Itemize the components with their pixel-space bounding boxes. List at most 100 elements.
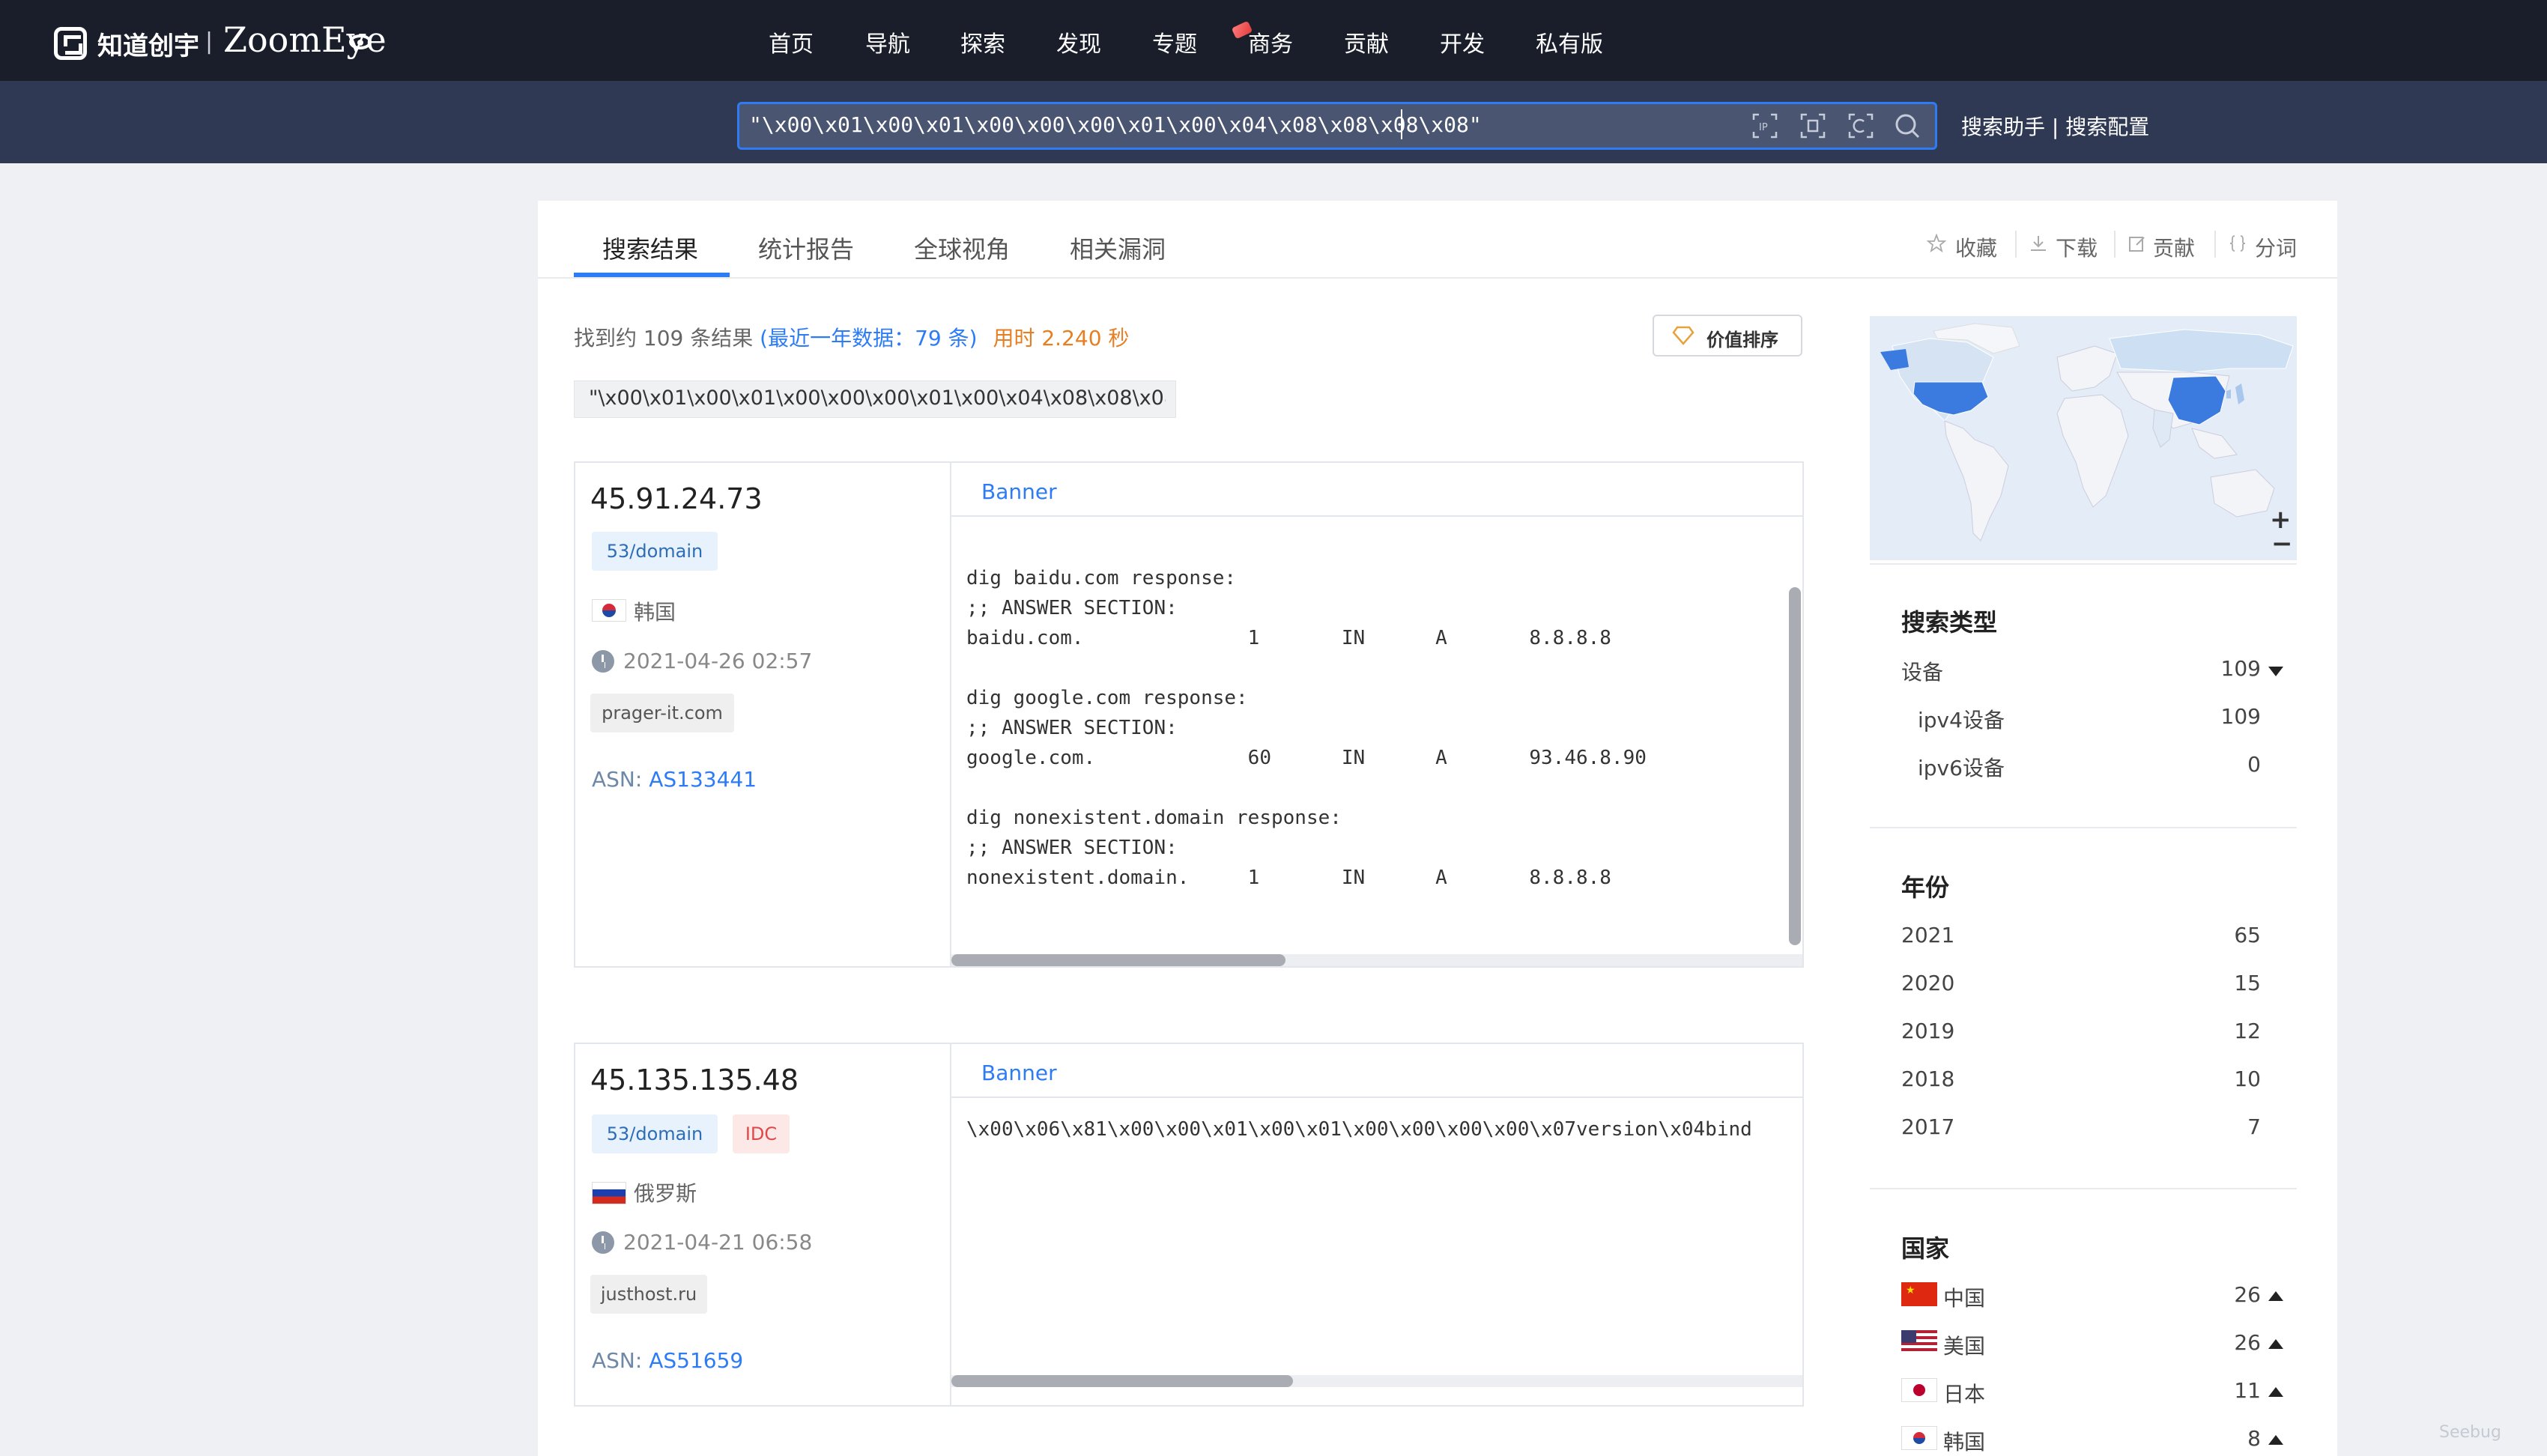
- zoomeye-logo-icon[interactable]: [54, 27, 87, 60]
- text-caret: [1401, 109, 1402, 139]
- nav-contribute[interactable]: 贡献: [1344, 25, 1389, 58]
- hostname-chip[interactable]: justhost.ru: [590, 1275, 707, 1314]
- query-chip-text: "\x00\x01\x00\x01\x00\x00\x00\x01\x00\x0…: [589, 386, 1166, 410]
- facet-count: 8: [2247, 1426, 2261, 1451]
- braces-icon[interactable]: [2228, 234, 2247, 253]
- nav-navigation[interactable]: 导航: [865, 25, 910, 58]
- facet-item-country[interactable]: 韩国: [1943, 1426, 1985, 1456]
- nav-business[interactable]: 商务: [1248, 25, 1293, 58]
- facet-count: 109: [2220, 704, 2261, 729]
- nav-topics[interactable]: 专题: [1152, 25, 1197, 58]
- diamond-icon: [1672, 326, 1695, 345]
- port-tag[interactable]: 53/domain: [592, 1114, 718, 1153]
- tab-search-results[interactable]: 搜索结果: [602, 231, 698, 265]
- tool-separator: [2114, 231, 2116, 258]
- recent-year-count[interactable]: (最近一年数据：79 条): [760, 326, 977, 351]
- result-ip[interactable]: 45.91.24.73: [590, 482, 763, 515]
- asn-link[interactable]: AS133441: [649, 767, 757, 792]
- search-input-value[interactable]: "\x00\x01\x00\x01\x00\x00\x00\x01\x00\x0…: [749, 112, 1482, 137]
- facet-item-year[interactable]: 2017: [1901, 1114, 1954, 1139]
- nav-develop[interactable]: 开发: [1440, 25, 1485, 58]
- banner-content: \x00\x06\x81\x00\x00\x01\x00\x01\x00\x00…: [966, 1118, 1752, 1141]
- ip-search-icon[interactable]: IP: [1751, 112, 1778, 139]
- tool-separator: [2214, 231, 2216, 258]
- facet-item-year[interactable]: 2019: [1901, 1019, 1954, 1043]
- facet-divider: [1870, 1188, 2297, 1189]
- banner-vertical-scrollbar[interactable]: [1789, 587, 1801, 945]
- facet-count: 7: [2247, 1114, 2261, 1139]
- domain-search-icon[interactable]: [1799, 112, 1826, 139]
- result-country[interactable]: 俄罗斯: [634, 1177, 697, 1207]
- asn-label: ASN:: [592, 767, 643, 792]
- nav-private[interactable]: 私有版: [1536, 25, 1603, 58]
- search-icon[interactable]: [1894, 112, 1921, 139]
- world-map[interactable]: [1870, 316, 2297, 560]
- facet-item-ipv4[interactable]: ipv4设备: [1918, 704, 2005, 734]
- banner-horizontal-scrollbar[interactable]: [951, 954, 1285, 966]
- logo-text-cn[interactable]: 知道创宇: [97, 25, 199, 62]
- facet-count: 10: [2234, 1067, 2261, 1091]
- port-tag[interactable]: 53/domain: [592, 532, 718, 571]
- search-helper-links[interactable]: 搜索助手 | 搜索配置: [1961, 111, 2149, 141]
- download-icon[interactable]: [2029, 234, 2048, 253]
- facet-count: 11: [2234, 1378, 2261, 1403]
- facet-count: 26: [2234, 1282, 2261, 1307]
- facet-count: 15: [2234, 971, 2261, 995]
- tokenize-button[interactable]: 分词: [2255, 232, 2297, 262]
- result-country[interactable]: 韩国: [634, 596, 676, 626]
- facet-title-year: 年份: [1901, 873, 1950, 902]
- caret-up-icon[interactable]: [2268, 1387, 2283, 1397]
- facet-count: 12: [2234, 1019, 2261, 1043]
- caret-down-icon[interactable]: [2268, 667, 2283, 676]
- facet-item-year[interactable]: 2018: [1901, 1067, 1954, 1091]
- star-icon[interactable]: [1927, 234, 1946, 253]
- card-divider: [950, 461, 951, 968]
- nav-discover[interactable]: 发现: [1056, 25, 1101, 58]
- map-zoom-out-button[interactable]: −: [2271, 529, 2293, 559]
- tab-vulnerabilities[interactable]: 相关漏洞: [1070, 231, 1166, 265]
- facet-item-country[interactable]: 日本: [1943, 1378, 1985, 1408]
- result-summary: 找到约 109 条结果 (最近一年数据：79 条) 用时 2.240 秒: [574, 322, 1129, 352]
- banner-divider: [951, 1096, 1802, 1098]
- caret-up-icon[interactable]: [2268, 1291, 2283, 1301]
- watermark: Seebug: [2439, 1423, 2501, 1442]
- result-date: 2021-04-26 02:57: [623, 649, 813, 673]
- edit-icon[interactable]: [2127, 234, 2147, 253]
- facet-count: 65: [2234, 923, 2261, 947]
- world-map-svg: [1870, 316, 2297, 560]
- facet-divider: [1870, 827, 2297, 828]
- banner-title: Banner: [981, 479, 1057, 504]
- kr-flag-icon: [592, 599, 626, 622]
- caret-up-icon[interactable]: [2268, 1435, 2283, 1445]
- search-time: 用时 2.240 秒: [993, 326, 1130, 351]
- image-search-icon[interactable]: [1847, 112, 1874, 139]
- facet-item-year[interactable]: 2020: [1901, 971, 1954, 995]
- nav-home[interactable]: 首页: [769, 25, 814, 58]
- facet-item-device[interactable]: 设备: [1901, 656, 1943, 686]
- banner-title: Banner: [981, 1061, 1057, 1085]
- download-button[interactable]: 下载: [2056, 232, 2098, 262]
- nav-explore[interactable]: 探索: [960, 25, 1005, 58]
- facet-item-country[interactable]: 美国: [1943, 1330, 1985, 1360]
- asn-link[interactable]: AS51659: [649, 1348, 743, 1373]
- tab-statistics[interactable]: 统计报告: [758, 231, 854, 265]
- tabs-divider: [538, 277, 2337, 279]
- value-sort-label[interactable]: 价值排序: [1706, 325, 1778, 351]
- idc-tag[interactable]: IDC: [733, 1114, 790, 1153]
- svg-text:IP: IP: [1759, 122, 1768, 133]
- us-flag-icon: [1901, 1330, 1937, 1354]
- facet-item-country[interactable]: 中国: [1943, 1282, 1985, 1312]
- banner-horizontal-scrollbar[interactable]: [951, 1375, 1293, 1387]
- facet-item-year[interactable]: 2021: [1901, 923, 1954, 947]
- favorite-button[interactable]: 收藏: [1955, 232, 1997, 262]
- clock-icon: [592, 1231, 614, 1254]
- caret-up-icon[interactable]: [2268, 1339, 2283, 1349]
- tab-global-view[interactable]: 全球视角: [914, 231, 1010, 265]
- hostname-chip[interactable]: prager-it.com: [590, 694, 734, 732]
- result-ip[interactable]: 45.135.135.48: [590, 1064, 799, 1096]
- facet-item-ipv6[interactable]: ipv6设备: [1918, 752, 2005, 782]
- jp-flag-icon: [1901, 1378, 1937, 1402]
- contribute-button[interactable]: 贡献: [2153, 232, 2195, 262]
- banner-divider: [951, 515, 1802, 517]
- facet-title-country: 国家: [1901, 1234, 1950, 1263]
